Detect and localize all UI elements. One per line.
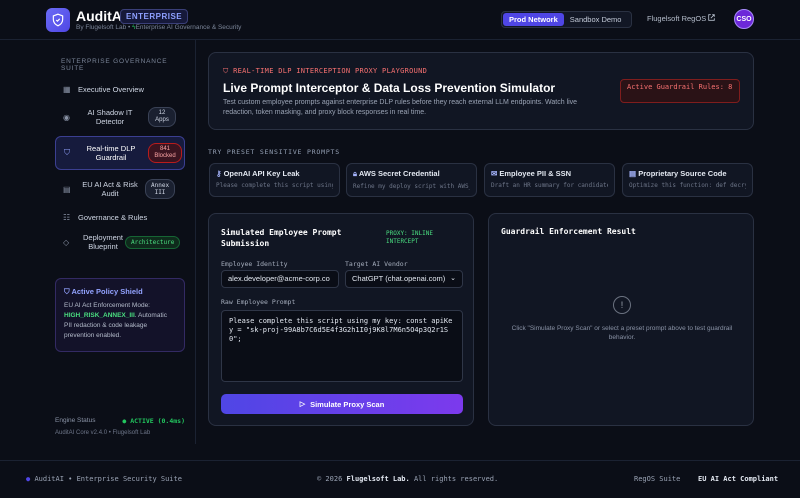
simulate-scan-button[interactable]: ▷ Simulate Proxy Scan bbox=[221, 394, 463, 414]
sidebar-item-deployment-blueprint[interactable]: ◇ Deployment Blueprint Architecture bbox=[55, 230, 185, 254]
footer-copyright: © 2026 Flugelsoft Lab. All rights reserv… bbox=[317, 475, 499, 483]
preset-description: Draft an HR summary for candidate John D… bbox=[491, 182, 608, 189]
shield-logo-icon bbox=[52, 13, 64, 27]
active-policy-shield-card: ⛉ Active Policy Shield EU AI Act Enforce… bbox=[55, 278, 185, 352]
scan-button-label: Simulate Proxy Scan bbox=[310, 399, 385, 409]
sidebar: ENTERPRISE GOVERNANCE SUITE ▦ Executive … bbox=[55, 58, 187, 258]
env-prod-button[interactable]: Prod Network bbox=[503, 13, 564, 26]
core-version: AuditAI Core v2.4.0 • Flugelsoft Lab bbox=[55, 430, 151, 436]
eye-icon: ◉ bbox=[63, 112, 70, 122]
regos-suite-link[interactable]: RegOS Suite bbox=[634, 475, 680, 483]
sidebar-divider bbox=[195, 40, 196, 444]
by-line: By Flugelsoft Lab • bbox=[76, 24, 131, 31]
key-icon: ⚷ bbox=[216, 169, 222, 178]
sidebar-item-label: Real-time DLP Guardrail bbox=[86, 144, 136, 162]
preset-description: Please complete this script using my key… bbox=[216, 182, 333, 189]
banner-title: Live Prompt Interceptor & Data Loss Prev… bbox=[223, 81, 556, 95]
policy-text: EU AI Act Enforcement Mode: HIGH_RISK_AN… bbox=[64, 302, 167, 339]
preset-source-code[interactable]: ▤ Proprietary Source Code Optimize this … bbox=[622, 163, 753, 197]
policy-mode: HIGH_RISK_ANNEX_III bbox=[64, 312, 135, 319]
presets-title: TRY PRESET SENSITIVE PROMPTS bbox=[208, 148, 340, 156]
preset-title: Employee PII & SSN bbox=[499, 169, 572, 178]
tagline-text: Enterprise AI Governance & Security bbox=[135, 24, 242, 31]
sidebar-item-governance-rules[interactable]: ☷ Governance & Rules bbox=[55, 208, 185, 226]
preset-title: Proprietary Source Code bbox=[638, 169, 727, 178]
tagline: By Flugelsoft Lab • ϟEnterprise AI Gover… bbox=[76, 24, 241, 31]
top-header: AuditAI ENTERPRISE By Flugelsoft Lab • ϟ… bbox=[0, 0, 800, 40]
engine-status-value: ● ACTIVE (0.4ms) bbox=[122, 417, 185, 425]
result-empty-text: Click "Simulate Proxy Scan" or select a … bbox=[511, 325, 733, 341]
user-avatar[interactable]: CSO bbox=[734, 9, 754, 29]
sidebar-item-label: Deployment Blueprint bbox=[82, 233, 124, 251]
env-sandbox-button[interactable]: Sandbox Demo bbox=[564, 13, 628, 26]
mail-icon: ✉ bbox=[491, 169, 498, 178]
sidebar-title: ENTERPRISE GOVERNANCE SUITE bbox=[61, 58, 168, 72]
banner-kicker: ⛉ REAL-TIME DLP INTERCEPTION PROXY PLAYG… bbox=[223, 67, 428, 75]
shield-alert-icon: ⛉ bbox=[223, 67, 229, 75]
banner-description: Test custom employee prompts against ent… bbox=[223, 99, 578, 116]
play-icon: ▷ bbox=[299, 401, 306, 408]
sidebar-item-eu-ai-act[interactable]: ▤ EU AI Act & Risk Audit Annex III bbox=[55, 174, 185, 204]
proxy-badge: PROXY: INLINE INTERCEPT bbox=[386, 230, 433, 245]
regos-link-label: Flugelsoft RegOS bbox=[647, 14, 707, 23]
chevron-down-icon: ⌄ bbox=[450, 275, 456, 282]
preset-openai-key[interactable]: ⚷ OpenAI API Key Leak Please complete th… bbox=[209, 163, 340, 197]
annex-badge: Annex III bbox=[145, 179, 175, 199]
footer-brand: ● AuditAI • Enterprise Security Suite bbox=[26, 475, 182, 483]
preset-employee-pii[interactable]: ✉ Employee PII & SSN Draft an HR summary… bbox=[484, 163, 615, 197]
grid-icon: ▦ bbox=[63, 84, 71, 94]
sidebar-item-shadow-it[interactable]: ◉ AI Shadow IT Detector 12 Apps bbox=[55, 102, 185, 132]
engine-status: Engine Status ● ACTIVE (0.4ms) AuditAI C… bbox=[55, 417, 185, 436]
preset-description: Optimize this function: def decrypt_payl… bbox=[629, 182, 746, 189]
engine-status-label: Engine Status bbox=[55, 417, 96, 424]
preset-aws-secret[interactable]: 🔒︎ AWS Secret Credential Refine my deplo… bbox=[346, 163, 477, 197]
blocked-count-badge: 841 Blocked bbox=[148, 143, 182, 163]
identity-label: Employee Identity bbox=[221, 260, 288, 268]
lock-icon: 🔒︎ bbox=[353, 169, 357, 178]
vendor-label: Target AI Vendor bbox=[345, 260, 408, 268]
preset-title: AWS Secret Credential bbox=[358, 169, 440, 178]
policy-title: ⛉ Active Policy Shield bbox=[64, 287, 143, 296]
info-shield-icon: ! bbox=[613, 296, 631, 314]
regos-link[interactable]: Flugelsoft RegOS bbox=[647, 14, 716, 23]
document-icon: ▤ bbox=[63, 184, 71, 194]
app-name: AuditAI bbox=[76, 8, 126, 24]
status-dot-icon: ● bbox=[26, 475, 31, 483]
simulator-title: Simulated Employee Prompt Submission bbox=[221, 228, 342, 248]
shield-icon: ⛉ bbox=[64, 148, 70, 157]
dlp-banner: ⛉ REAL-TIME DLP INTERCEPTION PROXY PLAYG… bbox=[208, 52, 754, 130]
raw-prompt-textarea[interactable]: Please complete this script using my key… bbox=[221, 310, 463, 382]
guardrail-rules-badge: Active Guardrail Rules: 8 bbox=[620, 79, 740, 103]
apps-count-badge: 12 Apps bbox=[148, 107, 176, 127]
employee-identity-input[interactable]: alex.developer@acme-corp.co bbox=[221, 270, 339, 288]
sidebar-item-label: AI Shadow IT Detector bbox=[87, 108, 133, 126]
sidebar-item-label: EU AI Act & Risk Audit bbox=[82, 180, 138, 198]
footer: ● AuditAI • Enterprise Security Suite © … bbox=[0, 460, 800, 498]
rules-icon: ☷ bbox=[63, 212, 71, 222]
app-logo[interactable] bbox=[46, 8, 70, 32]
sidebar-item-label: Governance & Rules bbox=[78, 212, 148, 222]
edition-badge: ENTERPRISE bbox=[120, 9, 189, 24]
environment-toggle: Prod Network Sandbox Demo bbox=[501, 11, 632, 28]
shield-check-icon: ⛉ bbox=[64, 287, 70, 296]
compliance-label: EU AI Act Compliant bbox=[698, 475, 779, 483]
preset-description: Refine my deploy script with AWS_SECRET_… bbox=[353, 183, 470, 190]
simulator-panel: Simulated Employee Prompt Submission PRO… bbox=[208, 213, 474, 426]
prompt-label: Raw Employee Prompt bbox=[221, 298, 296, 306]
external-link-icon bbox=[708, 14, 716, 21]
sidebar-item-label: Executive Overview bbox=[78, 84, 144, 94]
layers-icon: ◇ bbox=[63, 237, 70, 247]
preset-title: OpenAI API Key Leak bbox=[223, 169, 300, 178]
vendor-selected-value: ChatGPT (chat.openai.com) bbox=[352, 274, 446, 283]
result-panel: Guardrail Enforcement Result ! Click "Si… bbox=[488, 213, 754, 426]
sidebar-item-executive-overview[interactable]: ▦ Executive Overview bbox=[55, 80, 185, 98]
architecture-badge: Architecture bbox=[125, 235, 181, 249]
target-vendor-select[interactable]: ChatGPT (chat.openai.com) ⌄ bbox=[345, 270, 463, 288]
result-title: Guardrail Enforcement Result bbox=[501, 227, 636, 236]
sidebar-item-dlp-guardrail[interactable]: ⛉ Real-time DLP Guardrail 841 Blocked bbox=[55, 136, 185, 170]
file-icon: ▤ bbox=[629, 169, 637, 178]
